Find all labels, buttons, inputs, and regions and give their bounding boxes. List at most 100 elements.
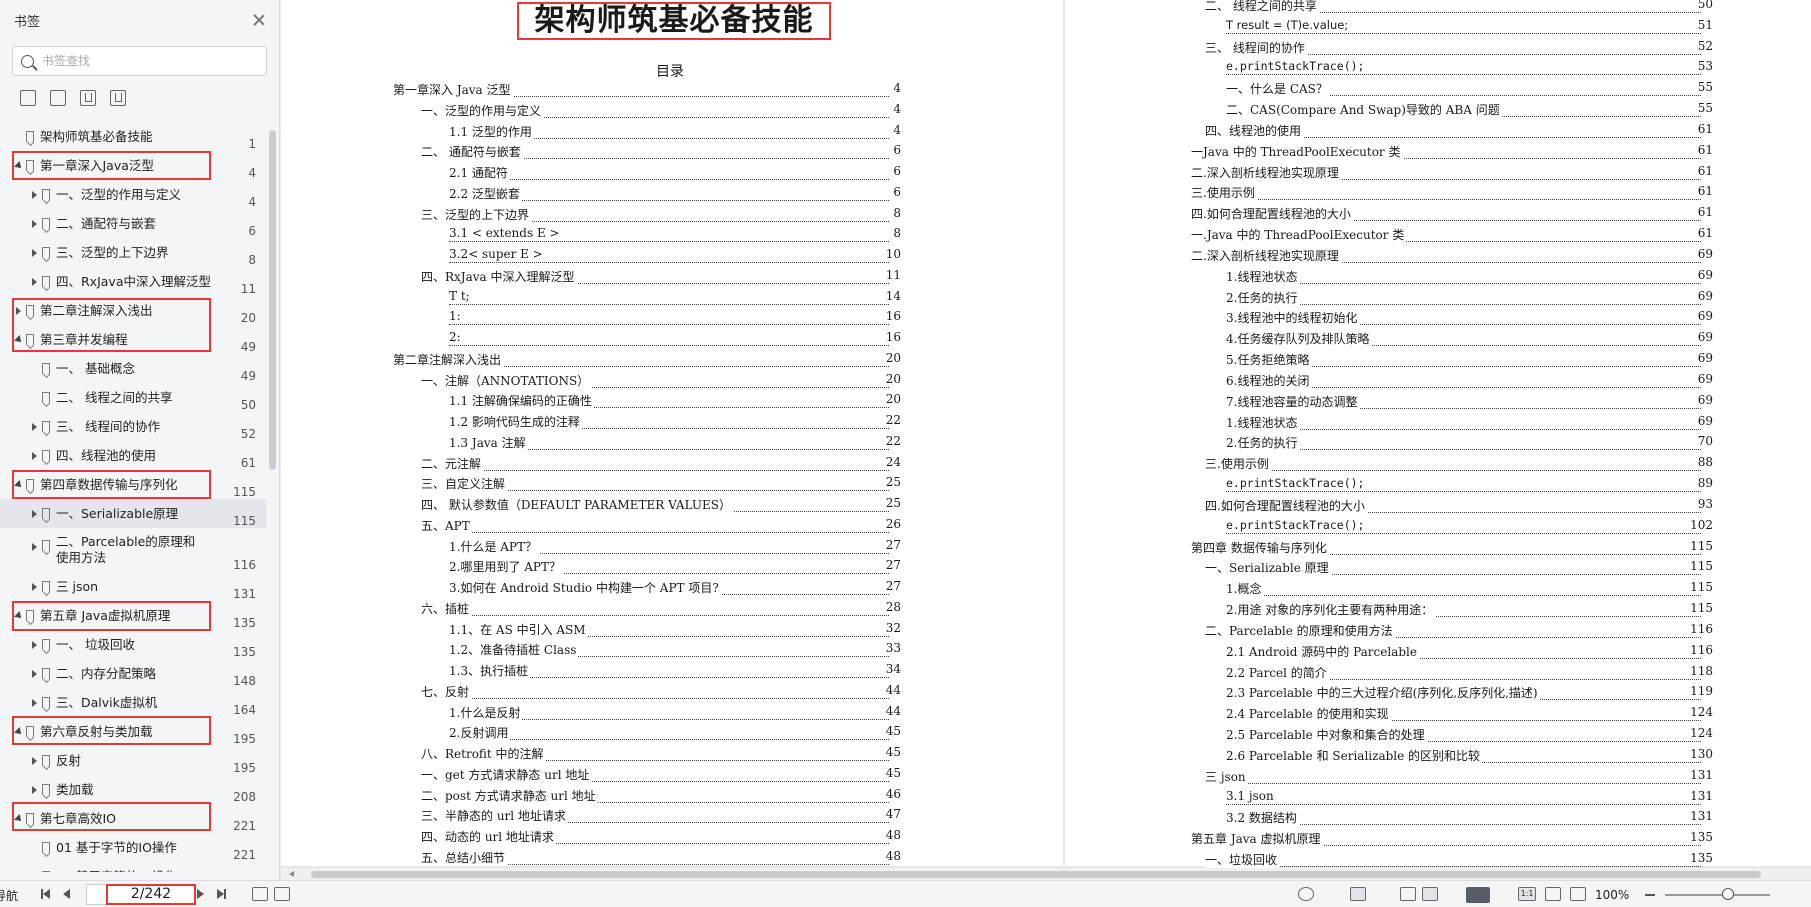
expand-arrow-icon[interactable] xyxy=(30,698,40,708)
expand-arrow-icon[interactable] xyxy=(30,277,40,287)
bookmark-section-item[interactable]: 三、 线程间的协作 52 xyxy=(0,412,266,441)
previous-page-icon[interactable] xyxy=(60,887,74,901)
bookmark-scrollbar[interactable] xyxy=(269,130,276,470)
first-page-icon[interactable] xyxy=(40,887,54,901)
toc-entry[interactable]: 四.如何合理配置线程池的大小 61 xyxy=(1065,205,1811,226)
expand-arrow-icon[interactable] xyxy=(30,422,40,432)
close-icon[interactable] xyxy=(251,12,267,28)
play-icon[interactable] xyxy=(1466,887,1490,903)
toc-entry[interactable]: 二.深入剖析线程池实现原理 61 xyxy=(1065,163,1811,185)
bookmark-section-item[interactable]: 一、泛型的作用与定义 4 xyxy=(0,180,266,209)
toc-entry[interactable]: 1.什么是 APT？ 27 xyxy=(281,537,1063,559)
toc-entry[interactable]: 2.5 Parcelable 中对象和集合的处理 124 xyxy=(1065,726,1811,747)
toc-entry[interactable]: 1.线程池状态 69 xyxy=(1065,267,1811,289)
toc-entry[interactable]: 三 json 131 xyxy=(1065,767,1811,789)
toc-entry[interactable]: 二、 线程之间的共享 50 xyxy=(1065,0,1811,18)
continuous-scroll-icon[interactable] xyxy=(1350,887,1366,901)
toc-entry[interactable]: 2.4 Parcelable 的使用和实现 124 xyxy=(1065,705,1811,726)
toc-entry[interactable]: 四、 默认参数值（DEFAULT PARAMETER VALUES） 25 xyxy=(281,496,1063,517)
forward-icon[interactable] xyxy=(274,887,290,901)
toc-entry[interactable]: e.printStackTrace(); 53 xyxy=(1065,59,1811,80)
scroll-left-arrow-icon[interactable] xyxy=(289,871,294,877)
toc-entry[interactable]: 3.如何在 Android Studio 中构建一个 APT 项目? 27 xyxy=(281,579,1063,600)
bookmark-chapter-item[interactable]: 第七章高效IO 221 xyxy=(0,804,266,833)
toc-entry[interactable]: 4.任务缓存队列及排队策略 69 xyxy=(1065,330,1811,351)
toc-entry[interactable]: 四、线程池的使用 61 xyxy=(1065,121,1811,143)
back-icon[interactable] xyxy=(252,887,268,901)
toc-entry[interactable]: 一.Java 中的 ThreadPoolExecutor 类 61 xyxy=(1065,226,1811,247)
toc-entry[interactable]: 2.2 泛型嵌套 6 xyxy=(281,184,1063,206)
bookmark-chapter-item[interactable]: 架构师筑基必备技能 1 xyxy=(0,122,266,151)
last-page-icon[interactable] xyxy=(213,887,227,901)
eye-icon[interactable] xyxy=(1298,887,1314,901)
expand-arrow-icon[interactable] xyxy=(30,756,40,766)
bookmark-search-box[interactable] xyxy=(12,46,267,76)
bookmark-chapter-item[interactable]: 第一章深入Java泛型 4 xyxy=(0,151,266,180)
expand-arrow-icon[interactable] xyxy=(30,669,40,679)
horizontal-scrollbar[interactable] xyxy=(281,868,1811,880)
nav-label[interactable]: 导航 xyxy=(0,887,18,904)
delete-bookmark-icon[interactable] xyxy=(110,90,126,106)
toc-entry[interactable]: 四.如何合理配置线程池的大小 93 xyxy=(1065,496,1811,518)
bookmark-section-item[interactable]: 一、Serializable原理 115 xyxy=(0,499,266,528)
toc-entry[interactable]: 1.线程池状态 69 xyxy=(1065,413,1811,435)
scrollbar-thumb[interactable] xyxy=(311,871,1761,878)
fit-page-icon[interactable] xyxy=(1545,887,1561,901)
bookmark-chapter-item[interactable]: 第二章注解深入浅出 20 xyxy=(0,296,266,325)
bookmark-chapter-item[interactable]: 第五章 Java虚拟机原理 135 xyxy=(0,601,266,630)
collapse-arrow-icon[interactable] xyxy=(14,161,24,171)
fit-width-icon[interactable] xyxy=(1570,887,1586,901)
page-indicator[interactable]: 2/242 xyxy=(106,884,196,905)
toc-entry[interactable]: 1.1 泛型的作用 4 xyxy=(281,122,1063,144)
toc-entry[interactable]: 1.概念 115 xyxy=(1065,580,1811,601)
toc-entry[interactable]: 5.任务拒绝策略 69 xyxy=(1065,351,1811,372)
toc-entry[interactable]: 3.2< super E > 10 xyxy=(281,247,1063,268)
zoom-level[interactable]: 100% xyxy=(1595,888,1629,902)
actual-size-icon[interactable]: 1:1 xyxy=(1518,887,1536,901)
toc-entry[interactable]: 1.1 注解确保编码的正确性 20 xyxy=(281,392,1063,413)
next-page-icon[interactable] xyxy=(193,887,207,901)
toc-entry[interactable]: 2.用途 对象的序列化主要有两种用途： 115 xyxy=(1065,601,1811,622)
zoom-slider[interactable] xyxy=(1665,894,1770,896)
toc-entry[interactable]: 四、动态的 url 地址请求 48 xyxy=(281,828,1063,849)
bookmark-search-input[interactable] xyxy=(42,54,242,68)
bookmark-chapter-item[interactable]: 第三章并发编程 49 xyxy=(0,325,266,354)
toc-entry[interactable]: 1.1、在 AS 中引入 ASM 32 xyxy=(281,620,1063,642)
toc-entry[interactable]: 二、 通配符与嵌套 6 xyxy=(281,143,1063,164)
toc-entry[interactable]: T t; 14 xyxy=(281,288,1063,310)
collapse-arrow-icon[interactable] xyxy=(14,727,24,737)
toc-entry[interactable]: 一、get 方式请求静态 url 地址 45 xyxy=(281,765,1063,787)
bookmark-section-item[interactable]: 二、通配符与嵌套 6 xyxy=(0,209,266,238)
toc-entry[interactable]: 三、自定义注解 25 xyxy=(281,475,1063,496)
expand-arrow-icon[interactable] xyxy=(30,542,40,552)
bookmark-section-item[interactable]: 一、 垃圾回收 135 xyxy=(0,630,266,659)
toc-entry[interactable]: 一、泛型的作用与定义 4 xyxy=(281,101,1063,123)
toc-entry[interactable]: 二、post 方式请求静态 url 地址 46 xyxy=(281,786,1063,808)
expand-arrow-icon[interactable] xyxy=(30,640,40,650)
toc-entry[interactable]: 1.3 Java 注解 22 xyxy=(281,433,1063,455)
bookmark-section-item[interactable]: 三 json 131 xyxy=(0,572,266,601)
toc-entry[interactable]: 二、Parcelable 的原理和使用方法 116 xyxy=(1065,621,1811,643)
bookmark-section-item[interactable]: 四、RxJava中深入理解泛型 11 xyxy=(0,267,266,296)
expand-arrow-icon[interactable] xyxy=(14,306,24,316)
collapse-arrow-icon[interactable] xyxy=(14,814,24,824)
toc-entry[interactable]: 三.使用示例 88 xyxy=(1065,455,1811,476)
toc-entry[interactable]: 第一章深入 Java 泛型 4 xyxy=(281,81,1063,102)
toc-entry[interactable]: 五、总结小细节 48 xyxy=(281,848,1063,868)
toc-entry[interactable]: 二.深入剖析线程池实现原理 69 xyxy=(1065,246,1811,268)
two-page-icon[interactable] xyxy=(1422,887,1438,901)
toc-entry[interactable]: 四、RxJava 中深入理解泛型 11 xyxy=(281,267,1063,289)
toc-entry[interactable]: 1.什么是反射 44 xyxy=(281,703,1063,725)
toc-entry[interactable]: 2.6 Parcelable 和 Serializable 的区别和比较 130 xyxy=(1065,746,1811,768)
toc-entry[interactable]: 第五章 Java 虚拟机原理 135 xyxy=(1065,830,1811,851)
bookmark-section-item[interactable]: 四、线程池的使用 61 xyxy=(0,441,266,470)
toc-entry[interactable]: 3.1 < extends E > 8 xyxy=(281,226,1063,247)
bookmark-section-item[interactable]: 三、Dalvik虚拟机 164 xyxy=(0,688,266,717)
toc-entry[interactable]: 三、 线程间的协作 52 xyxy=(1065,38,1811,60)
toc-entry[interactable]: 二、CAS(Compare And Swap)导致的 ABA 问题 55 xyxy=(1065,101,1811,122)
toc-entry[interactable]: 一、垃圾回收 135 xyxy=(1065,851,1811,868)
toc-entry[interactable]: e.printStackTrace(); 102 xyxy=(1065,517,1811,539)
toc-entry[interactable]: 六、插桩 28 xyxy=(281,599,1063,621)
toc-entry[interactable]: 五、APT 26 xyxy=(281,516,1063,538)
bookmark-section-item[interactable]: 一、 基础概念 49 xyxy=(0,354,266,383)
